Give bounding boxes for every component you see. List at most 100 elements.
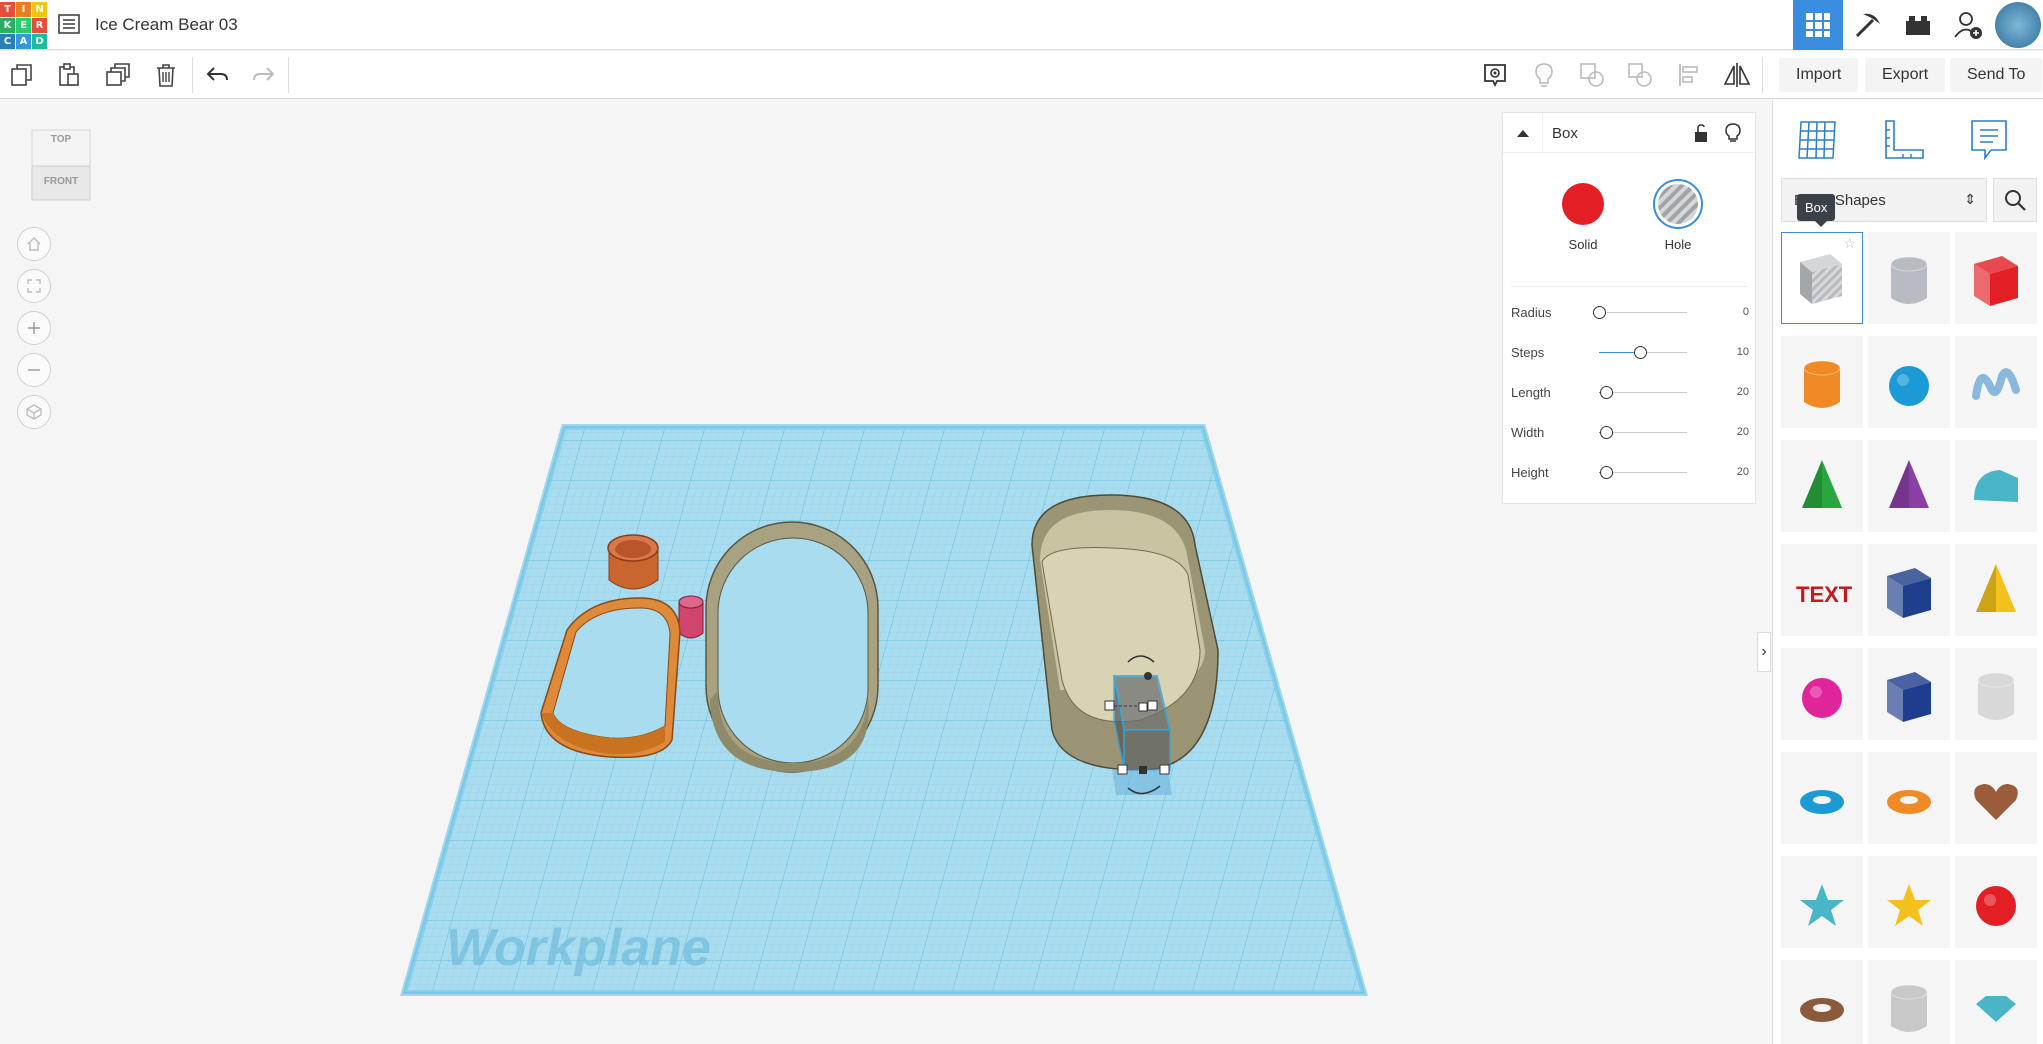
mirror-icon[interactable] <box>1723 61 1751 89</box>
shape-half-sphere[interactable] <box>1781 648 1863 740</box>
shape-roof[interactable] <box>1781 440 1863 532</box>
notes-icon[interactable] <box>1481 61 1509 89</box>
param-slider[interactable] <box>1599 426 1687 439</box>
lock-icon[interactable] <box>1693 123 1709 148</box>
param-value[interactable]: 0 <box>1743 306 1749 318</box>
viewcube-top-label[interactable]: TOP <box>28 134 94 145</box>
solid-swatch[interactable] <box>1562 183 1604 225</box>
logo-letter: K <box>0 18 15 33</box>
shape-star[interactable] <box>1781 856 1863 948</box>
shape-text[interactable]: TEXT <box>1781 544 1863 636</box>
shape-round-roof[interactable] <box>1955 440 2037 532</box>
home-view-icon[interactable] <box>17 227 51 261</box>
zoom-out-icon[interactable] <box>17 353 51 387</box>
search-icon[interactable] <box>1993 178 2037 222</box>
align-icon[interactable] <box>1675 61 1703 89</box>
export-button[interactable]: Export <box>1865 58 1946 92</box>
shape-box[interactable] <box>1955 232 2037 324</box>
shape-icosahedron[interactable] <box>1955 856 2037 948</box>
duplicate-icon[interactable] <box>104 61 132 89</box>
viewcube-front-label[interactable]: FRONT <box>28 176 94 187</box>
hole-swatch[interactable] <box>1653 179 1703 229</box>
param-slider[interactable] <box>1593 306 1687 319</box>
perspective-icon[interactable] <box>17 395 51 429</box>
shape-paraboloid[interactable] <box>1955 648 2037 740</box>
bricks-icon[interactable] <box>1893 0 1943 50</box>
user-avatar[interactable] <box>1995 2 2041 48</box>
invite-user-icon[interactable] <box>1943 0 1993 50</box>
shape-polygon[interactable] <box>1868 648 1950 740</box>
param-value[interactable]: 20 <box>1737 466 1749 478</box>
pink-cylinder[interactable] <box>678 595 704 639</box>
param-value[interactable]: 10 <box>1737 346 1749 358</box>
param-width: Width 20 <box>1511 423 1749 443</box>
param-slider[interactable] <box>1599 466 1687 479</box>
pickaxe-icon[interactable] <box>1843 0 1893 50</box>
send-to-button[interactable]: Send To <box>1950 58 2043 92</box>
undo-icon[interactable] <box>203 61 231 89</box>
collapse-icon[interactable] <box>1503 113 1543 153</box>
shape-cylinder-hole[interactable] <box>1868 232 1950 324</box>
light-bulb-icon[interactable] <box>1530 61 1558 89</box>
shape-cone[interactable] <box>1868 440 1950 532</box>
hole-label[interactable]: Hole <box>1648 237 1708 252</box>
shape-wedge[interactable] <box>1868 544 1950 636</box>
ungroup-icon[interactable] <box>1626 61 1654 89</box>
workplane-grid-lines <box>404 427 1364 993</box>
small-cylinder[interactable] <box>607 534 659 590</box>
param-value[interactable]: 20 <box>1737 426 1749 438</box>
shape-heart[interactable] <box>1955 752 2037 844</box>
logo-letter: R <box>32 18 47 33</box>
notes-bubble-icon[interactable] <box>1959 110 2019 170</box>
shape-ring[interactable] <box>1781 960 1863 1044</box>
box-hole-icon <box>1800 254 1842 304</box>
shape-rounded-box[interactable] <box>1868 960 1950 1044</box>
inspector-shape-name[interactable]: Box <box>1552 125 1578 142</box>
select-arrows-icon: ⇕ <box>1964 191 1976 207</box>
param-value[interactable]: 20 <box>1737 386 1749 398</box>
param-slider[interactable] <box>1599 346 1687 359</box>
param-slider-knob[interactable] <box>1593 306 1606 319</box>
tinkercad-logo[interactable]: TIN KER CAD <box>0 2 47 49</box>
paraboloid-icon <box>1977 672 2015 720</box>
design-list-icon[interactable] <box>58 14 80 34</box>
torus-icon <box>1800 790 1844 814</box>
group-icon[interactable] <box>1578 61 1606 89</box>
param-slider[interactable] <box>1599 386 1687 399</box>
panel-toggle-chevron-icon[interactable]: › <box>1757 632 1771 672</box>
param-slider-knob[interactable] <box>1600 386 1613 399</box>
solid-label[interactable]: Solid <box>1553 237 1613 252</box>
shape-star-yellow[interactable] <box>1868 856 1950 948</box>
view-cube[interactable]: TOP FRONT <box>28 124 94 204</box>
shape-torus[interactable] <box>1781 752 1863 844</box>
visibility-bulb-icon[interactable] <box>1725 123 1741 148</box>
fit-view-icon[interactable] <box>17 269 51 303</box>
shape-pyramid[interactable] <box>1955 544 2037 636</box>
shape-cylinder[interactable] <box>1781 336 1863 428</box>
toolbar: Import Export Send To <box>0 51 2043 99</box>
workplane-grid-icon[interactable] <box>1787 110 1847 170</box>
zoom-in-icon[interactable] <box>17 311 51 345</box>
import-button[interactable]: Import <box>1779 58 1859 92</box>
grid-view-icon[interactable] <box>1793 0 1843 50</box>
copy-icon[interactable] <box>8 61 36 89</box>
shape-tube[interactable] <box>1868 752 1950 844</box>
param-slider-knob[interactable] <box>1600 466 1613 479</box>
cone-icon <box>1889 460 1929 508</box>
shape-box-hole[interactable]: ☆ <box>1781 232 1863 324</box>
param-slider-knob[interactable] <box>1634 346 1647 359</box>
paste-icon[interactable] <box>55 61 83 89</box>
shape-sphere[interactable] <box>1868 336 1950 428</box>
ruler-icon[interactable] <box>1873 110 1933 170</box>
param-slider-knob[interactable] <box>1600 426 1613 439</box>
tan-oval-ring[interactable] <box>705 521 879 773</box>
redo-icon[interactable] <box>250 61 278 89</box>
toolbar-divider <box>288 57 289 93</box>
shape-scribble[interactable] <box>1955 336 2037 428</box>
shape-gem[interactable] <box>1955 960 2037 1044</box>
param-label: Height <box>1511 465 1549 480</box>
roof-icon <box>1802 460 1842 508</box>
design-title[interactable]: Ice Cream Bear 03 <box>95 15 238 35</box>
favorite-star-icon[interactable]: ☆ <box>1843 235 1856 252</box>
delete-icon[interactable] <box>152 61 180 89</box>
